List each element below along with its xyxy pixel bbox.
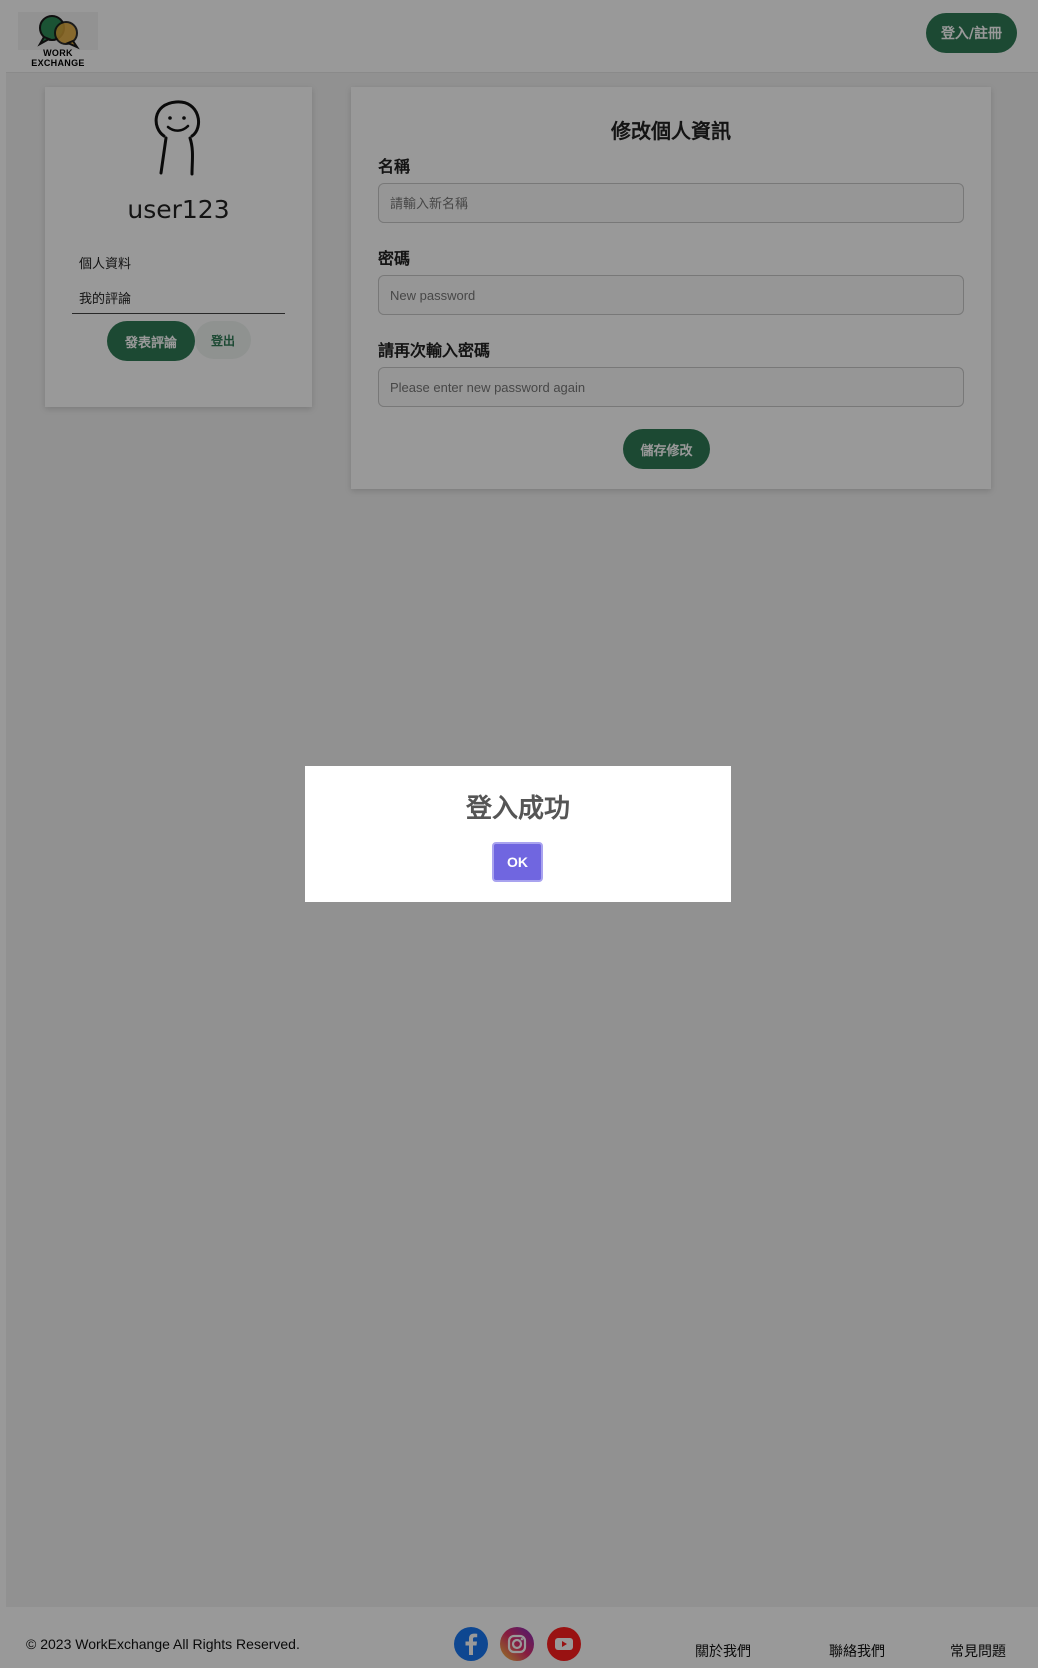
dialog-title: 登入成功 xyxy=(465,794,570,824)
ok-button[interactable]: OK xyxy=(492,842,543,882)
login-success-dialog: 登入成功 OK xyxy=(305,766,731,902)
